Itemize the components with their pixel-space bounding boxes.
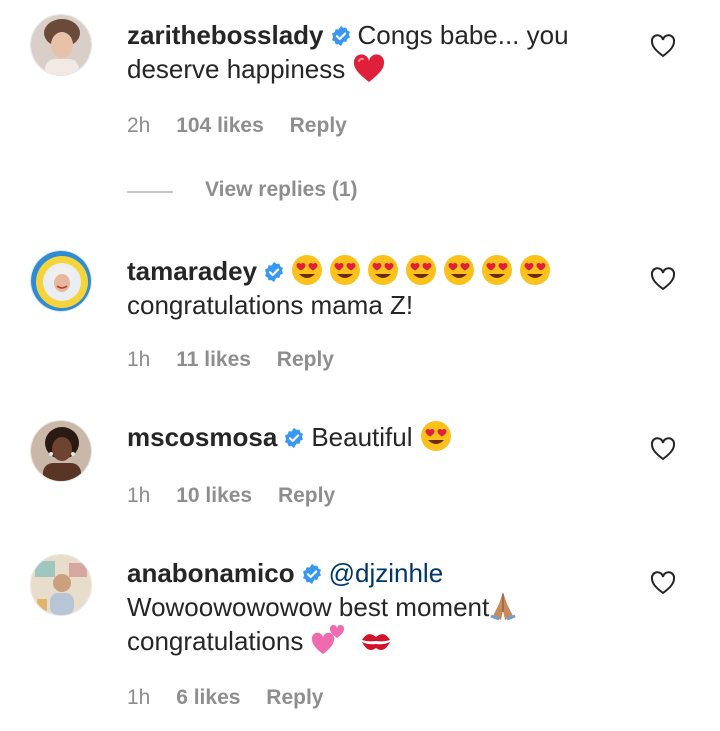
username[interactable]: anabonamico: [127, 558, 295, 588]
reply-button[interactable]: Reply: [277, 348, 334, 371]
heart-eyes-emoji-row: [291, 255, 557, 286]
comment-text: Wowoowowowow best moment: [127, 592, 490, 622]
folded-hands-icon: [490, 592, 516, 621]
verified-badge-icon: [331, 25, 350, 47]
two-hearts-icon: [311, 624, 344, 654]
avatar[interactable]: [30, 14, 92, 76]
heart-eyes-emoji-icon: [444, 255, 475, 285]
heart-eyes-emoji-icon: [406, 255, 437, 285]
comment-text: Beautiful: [311, 422, 413, 452]
username[interactable]: mscosmosa: [127, 422, 277, 452]
view-replies-button[interactable]: View replies (1): [205, 178, 358, 202]
like-heart-icon[interactable]: [650, 570, 676, 596]
likes-count[interactable]: 10 likes: [176, 484, 252, 507]
heart-eyes-emoji-icon: [420, 421, 451, 451]
avatar[interactable]: [30, 554, 92, 616]
red-heart-icon: [353, 54, 384, 82]
comment-zarithebosslady: zarithebosslady Congs babe... you deserve…: [0, 0, 720, 230]
comment-text-line3: congratulations: [127, 626, 304, 656]
heart-eyes-emoji-icon: [292, 255, 323, 285]
like-heart-icon[interactable]: [650, 266, 676, 292]
like-heart-icon[interactable]: [650, 33, 676, 59]
kiss-mark-icon: [361, 634, 390, 650]
reply-button[interactable]: Reply: [278, 484, 335, 507]
like-heart-icon[interactable]: [650, 436, 676, 462]
verified-badge-icon: [285, 427, 304, 449]
comment-time: 1h: [127, 484, 151, 507]
reply-button[interactable]: Reply: [290, 114, 347, 137]
comment-tamaradey: tamaradey congratulations mama Z! 1h 11 …: [0, 230, 720, 390]
heart-eyes-emoji-icon: [520, 255, 551, 285]
verified-badge-icon: [265, 261, 284, 283]
comment-anabonamico: anabonamico @djzinhle Wowoowowowow best m…: [0, 530, 720, 731]
username[interactable]: zarithebosslady: [127, 20, 324, 50]
replies-divider: [127, 191, 173, 193]
avatar[interactable]: [30, 250, 92, 312]
comment-mscosmosa: mscosmosa Beautiful 1h 10 likes Reply: [0, 390, 720, 530]
heart-eyes-emoji-icon: [368, 255, 399, 285]
likes-count[interactable]: 104 likes: [176, 114, 264, 137]
heart-eyes-emoji-icon: [482, 255, 513, 285]
comment-time: 2h: [127, 114, 151, 137]
comment-time: 1h: [127, 686, 151, 709]
comment-text: congratulations mama Z!: [127, 290, 414, 320]
heart-eyes-emoji-icon: [330, 255, 361, 285]
mention-link[interactable]: @djzinhle: [329, 558, 444, 588]
comment-time: 1h: [127, 348, 151, 371]
likes-count[interactable]: 6 likes: [176, 686, 240, 709]
verified-badge-icon: [302, 563, 321, 585]
likes-count[interactable]: 11 likes: [176, 348, 251, 371]
avatar[interactable]: [30, 420, 92, 482]
username[interactable]: tamaradey: [127, 256, 257, 286]
reply-button[interactable]: Reply: [266, 686, 323, 709]
